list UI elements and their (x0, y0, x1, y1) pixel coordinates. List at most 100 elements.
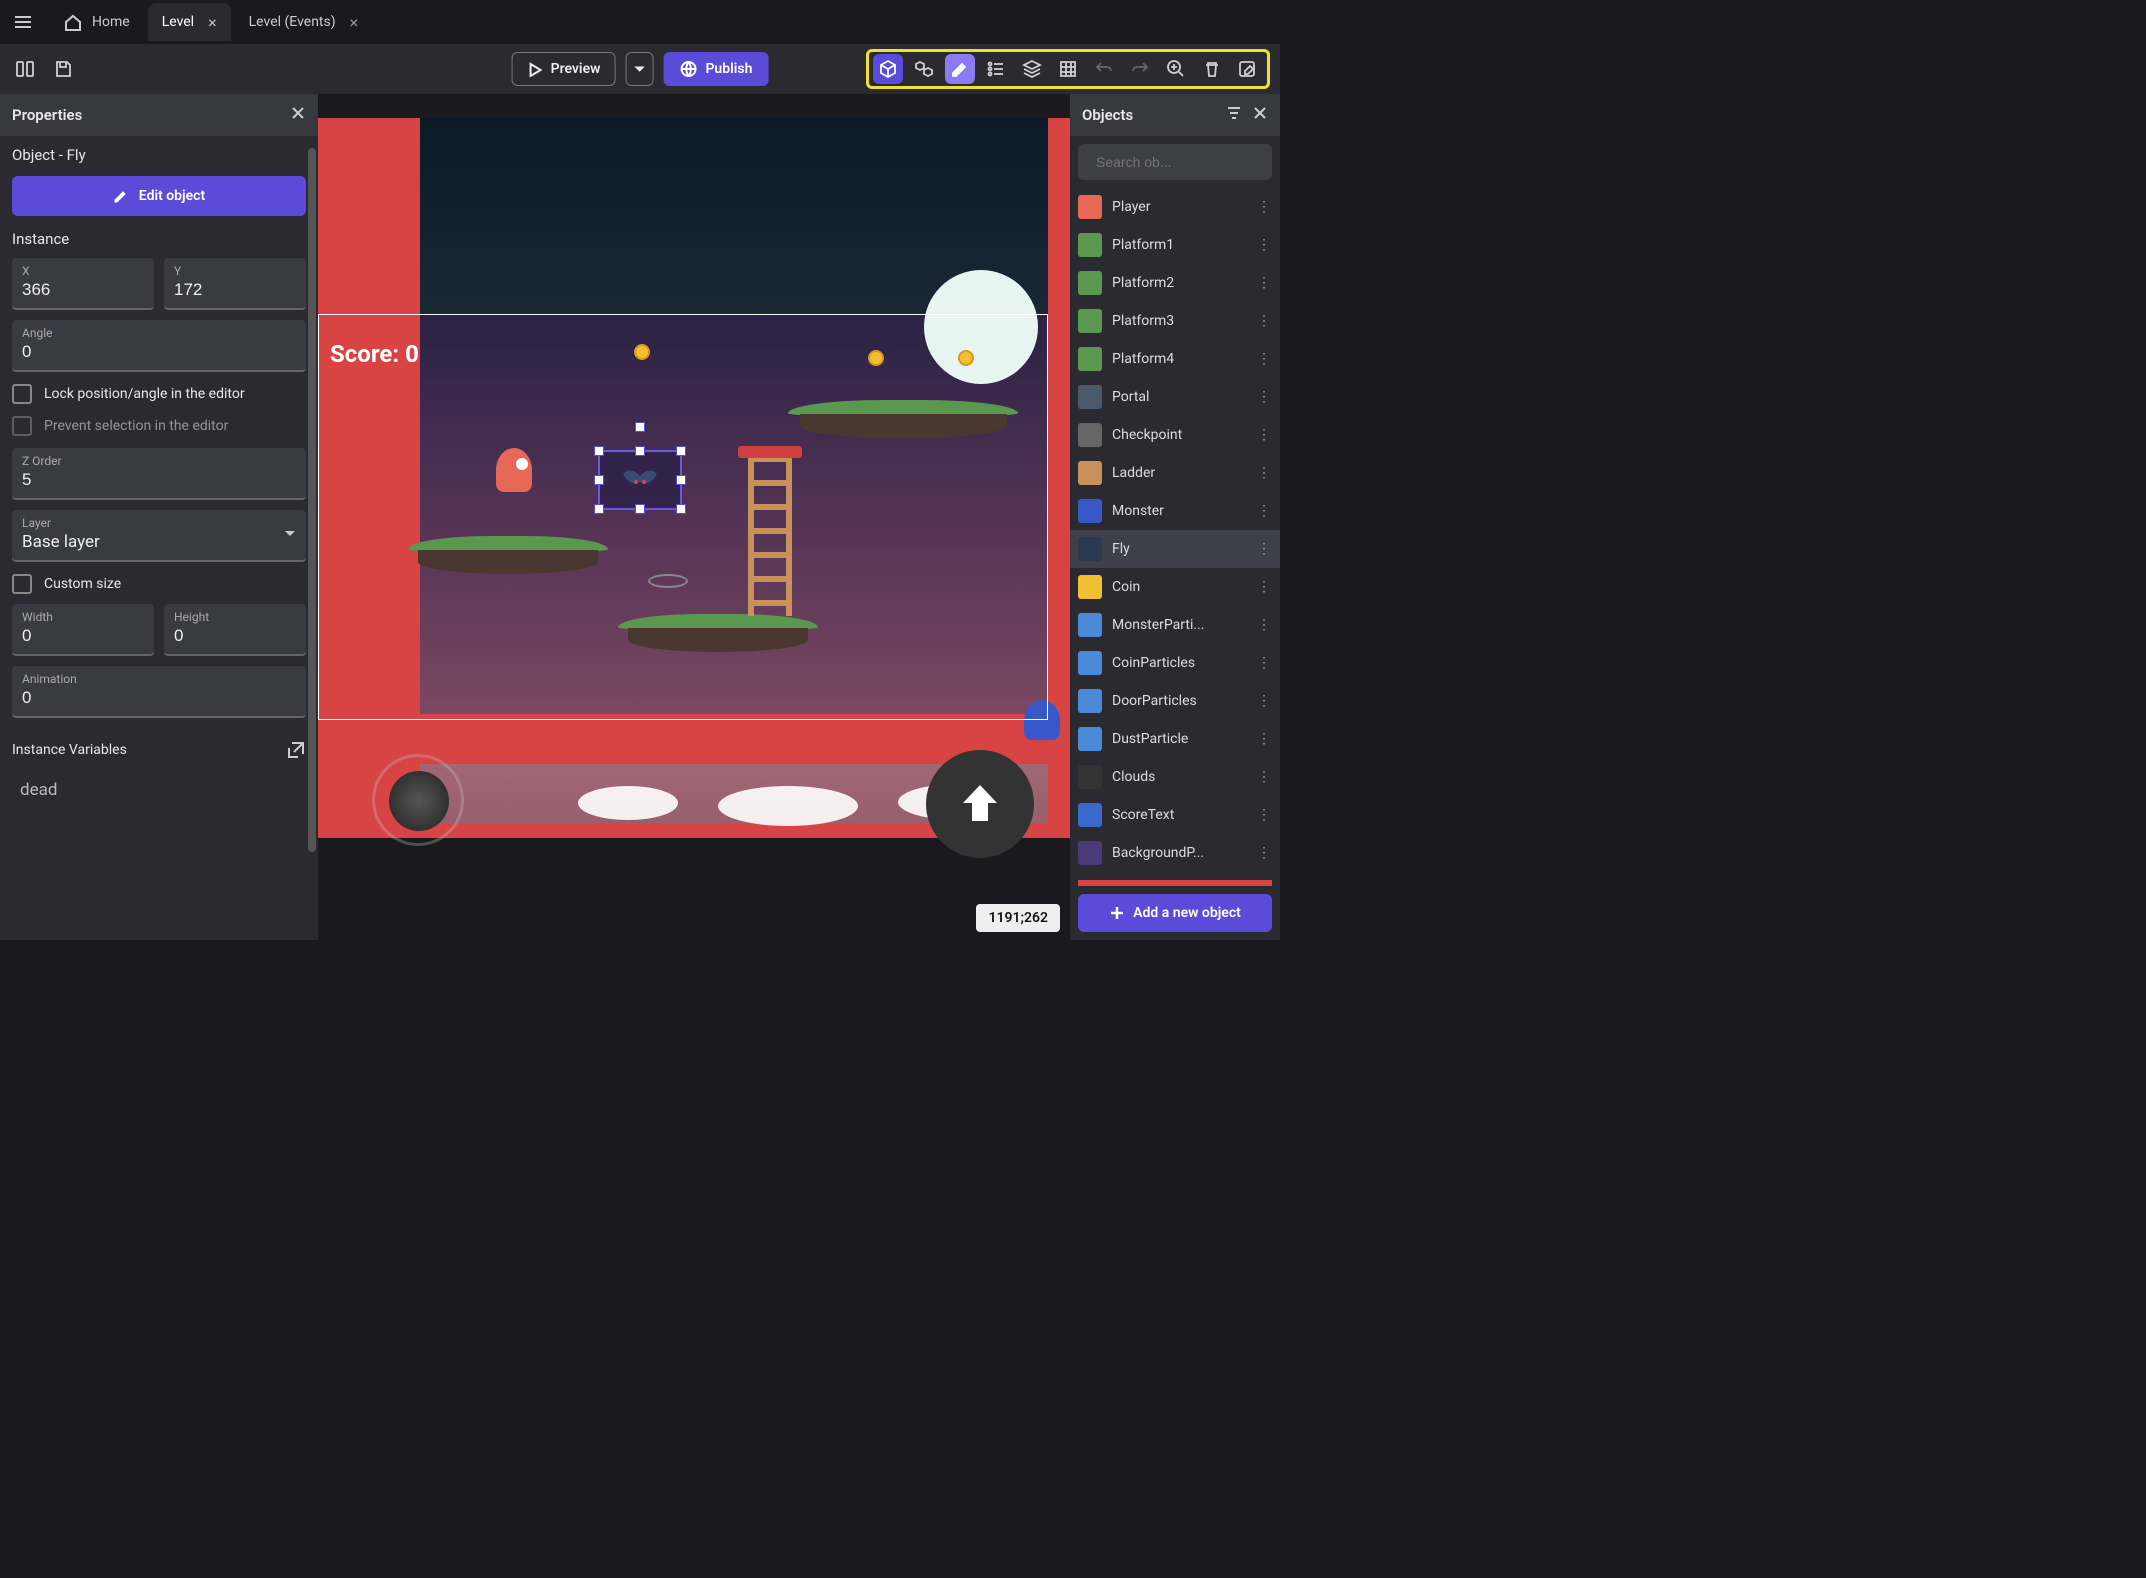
close-icon[interactable]: × (350, 13, 359, 32)
object-item[interactable]: Platform2⋮ (1070, 264, 1280, 302)
edit-object-button[interactable]: Edit object (12, 176, 306, 216)
resize-handle[interactable] (594, 475, 604, 485)
width-field[interactable]: Width (12, 604, 154, 656)
resize-handle[interactable] (676, 504, 686, 514)
object-item[interactable]: DoorParticles⋮ (1070, 682, 1280, 720)
object-menu-button[interactable]: ⋮ (1256, 769, 1272, 785)
close-icon[interactable]: × (208, 13, 217, 32)
object-menu-button[interactable]: ⋮ (1256, 465, 1272, 481)
height-field[interactable]: Height (164, 604, 306, 656)
object-item[interactable]: BackgroundP...⋮ (1070, 834, 1280, 872)
resize-handle[interactable] (635, 446, 645, 456)
object-menu-button[interactable]: ⋮ (1256, 541, 1272, 557)
object-menu-button[interactable]: ⋮ (1256, 389, 1272, 405)
object-item[interactable]: Fly⋮ (1070, 530, 1280, 568)
tab-level-events[interactable]: Level (Events) × (235, 3, 373, 41)
objects-search[interactable] (1078, 144, 1272, 180)
object-item[interactable]: CoinParticles⋮ (1070, 644, 1280, 682)
fly-selection[interactable] (598, 450, 682, 510)
group-tool-button[interactable] (909, 54, 939, 84)
object-menu-button[interactable]: ⋮ (1256, 845, 1272, 861)
object-menu-button[interactable]: ⋮ (1256, 655, 1272, 671)
object-menu-button[interactable]: ⋮ (1256, 579, 1272, 595)
preview-dropdown-button[interactable] (625, 52, 653, 86)
object-item[interactable]: Portal⋮ (1070, 378, 1280, 416)
width-input[interactable] (22, 626, 144, 646)
height-input[interactable] (174, 626, 296, 646)
scrollbar-thumb[interactable] (308, 148, 316, 852)
close-button[interactable] (1252, 105, 1268, 125)
angle-input[interactable] (22, 342, 296, 362)
rotate-handle[interactable] (635, 422, 645, 432)
object-item[interactable]: Ladder⋮ (1070, 454, 1280, 492)
resize-handle[interactable] (594, 504, 604, 514)
object-tool-button[interactable] (873, 54, 903, 84)
object-item[interactable]: MonsterParti...⋮ (1070, 606, 1280, 644)
lock-position-checkbox[interactable]: Lock position/angle in the editor (12, 384, 306, 404)
custom-size-checkbox[interactable]: Custom size (12, 574, 306, 594)
add-object-button[interactable]: Add a new object (1078, 894, 1272, 932)
redo-button[interactable] (1125, 54, 1155, 84)
scene-canvas[interactable]: Score: 0 (318, 94, 1070, 940)
object-menu-button[interactable]: ⋮ (1256, 731, 1272, 747)
x-input[interactable] (22, 280, 144, 300)
y-field[interactable]: Y (164, 258, 306, 310)
object-menu-button[interactable]: ⋮ (1256, 807, 1272, 823)
object-menu-button[interactable]: ⋮ (1256, 617, 1272, 633)
object-menu-button[interactable]: ⋮ (1256, 237, 1272, 253)
prevent-selection-checkbox[interactable]: Prevent selection in the editor (12, 416, 306, 436)
angle-field[interactable]: Angle (12, 320, 306, 372)
x-field[interactable]: X (12, 258, 154, 310)
search-input[interactable] (1096, 154, 1277, 170)
object-menu-button[interactable]: ⋮ (1256, 503, 1272, 519)
undo-button[interactable] (1089, 54, 1119, 84)
preview-button[interactable]: Preview (512, 52, 616, 86)
tab-level[interactable]: Level × (148, 3, 231, 41)
object-item[interactable]: Player⋮ (1070, 188, 1280, 226)
object-menu-button[interactable]: ⋮ (1256, 313, 1272, 329)
tab-home[interactable]: Home (50, 3, 144, 41)
y-input[interactable] (174, 280, 296, 300)
delete-button[interactable] (1197, 54, 1227, 84)
object-thumbnail (1078, 689, 1102, 713)
object-menu-button[interactable]: ⋮ (1256, 351, 1272, 367)
panel-layout-button[interactable] (10, 54, 40, 84)
zoom-button[interactable] (1161, 54, 1191, 84)
object-menu-button[interactable]: ⋮ (1256, 427, 1272, 443)
animation-input[interactable] (22, 688, 296, 708)
instances-list-button[interactable] (981, 54, 1011, 84)
object-menu-button[interactable]: ⋮ (1256, 199, 1272, 215)
settings-tool-button[interactable] (1233, 54, 1263, 84)
object-item[interactable]: Platform4⋮ (1070, 340, 1280, 378)
globe-icon (679, 60, 697, 78)
object-menu-button[interactable]: ⋮ (1256, 275, 1272, 291)
publish-button[interactable]: Publish (663, 52, 768, 86)
object-item[interactable]: ScoreText⋮ (1070, 796, 1280, 834)
object-item[interactable]: Platform1⋮ (1070, 226, 1280, 264)
instance-variables-row[interactable]: Instance Variables (0, 728, 318, 772)
resize-handle[interactable] (676, 475, 686, 485)
zorder-field[interactable]: Z Order (12, 448, 306, 500)
layer-select[interactable]: Layer Base layer (12, 510, 306, 562)
object-item[interactable]: Clouds⋮ (1070, 758, 1280, 796)
animation-field[interactable]: Animation (12, 666, 306, 718)
object-item[interactable]: Platform3⋮ (1070, 302, 1280, 340)
edit-tool-button[interactable] (945, 54, 975, 84)
save-button[interactable] (48, 54, 78, 84)
resize-handle[interactable] (635, 504, 645, 514)
object-item[interactable]: DustParticle⋮ (1070, 720, 1280, 758)
menu-button[interactable] (6, 5, 40, 39)
grid-button[interactable] (1053, 54, 1083, 84)
scrollbar[interactable] (306, 148, 316, 930)
object-item[interactable]: Monster⋮ (1070, 492, 1280, 530)
panel-header: Properties (0, 94, 318, 136)
zorder-input[interactable] (22, 470, 296, 490)
object-menu-button[interactable]: ⋮ (1256, 693, 1272, 709)
resize-handle[interactable] (676, 446, 686, 456)
object-item[interactable]: Checkpoint⋮ (1070, 416, 1280, 454)
filter-button[interactable] (1226, 105, 1242, 125)
layers-button[interactable] (1017, 54, 1047, 84)
close-button[interactable] (290, 105, 306, 125)
object-item[interactable]: Coin⋮ (1070, 568, 1280, 606)
resize-handle[interactable] (594, 446, 604, 456)
